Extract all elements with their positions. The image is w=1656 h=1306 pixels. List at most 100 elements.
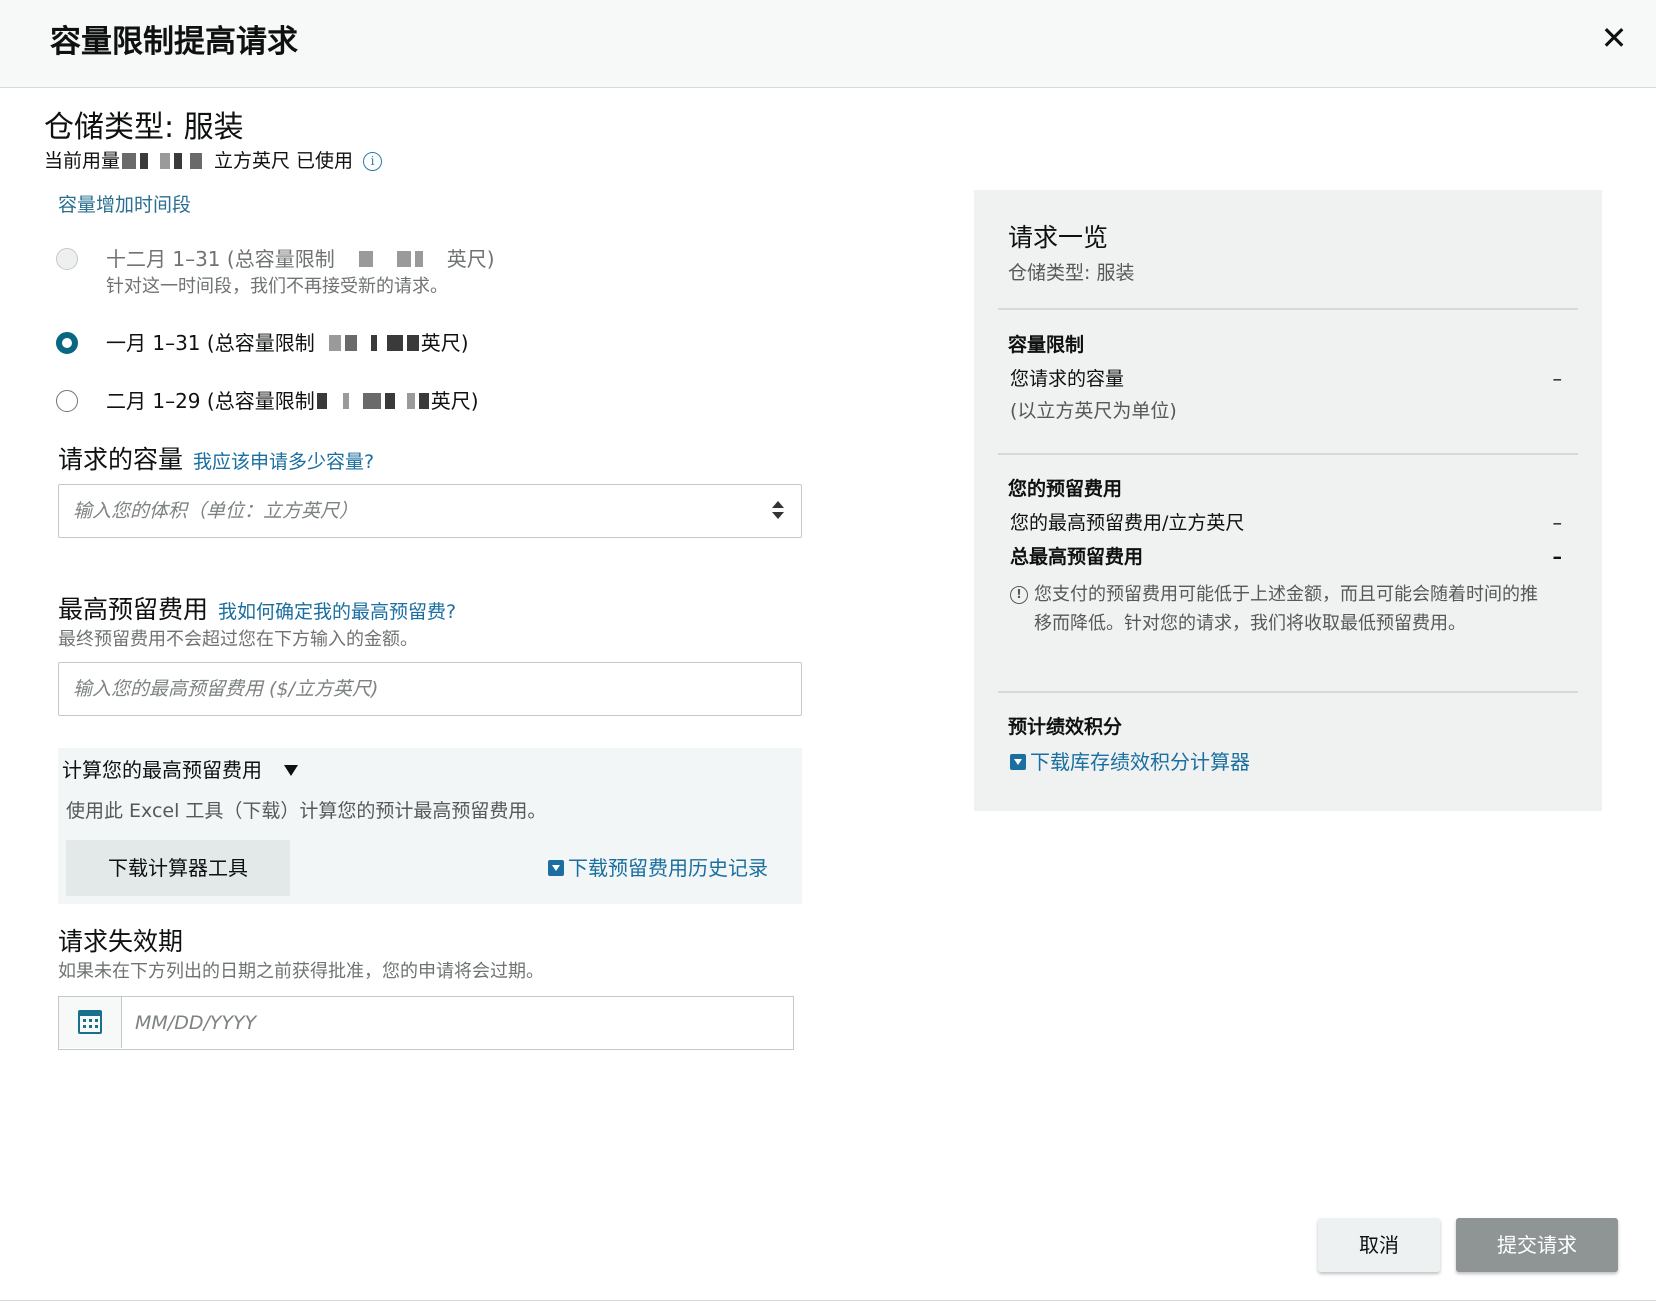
alert-icon: ! [1010, 586, 1028, 604]
period-option-february[interactable]: 二月 1–29 (总容量限制 英尺) [56, 386, 479, 416]
close-icon[interactable]: ✕ [1594, 18, 1634, 58]
summary-title: 请求一览 [1008, 223, 1109, 252]
period-option-january[interactable]: 一月 1–31 (总容量限制 英尺) [56, 328, 469, 358]
total-max-fee-label: 总最高预留费用 [1010, 546, 1144, 568]
redacted-value [122, 153, 137, 169]
requested-capacity-label: 您请求的容量 [1010, 368, 1125, 390]
period-option-label: 二月 1–29 (总容量限制 英尺) [106, 386, 479, 416]
reserve-fee-help-link[interactable]: 我如何确定我的最高预留费? [218, 594, 456, 630]
performance-score-heading: 预计绩效积分 [1008, 716, 1123, 738]
cancel-button[interactable]: 取消 [1318, 1218, 1440, 1272]
dialog-title: 容量限制提高请求 [50, 24, 298, 60]
download-fee-history-link[interactable]: 下载预留费用历史记录 [548, 852, 768, 884]
redacted-value [160, 153, 171, 169]
calculator-desc: 使用此 Excel 工具（下载）计算您的预计最高预留费用。 [66, 800, 547, 822]
reserve-fee-sub: 最终预留费用不会超过您在下方输入的金额。 [58, 629, 418, 650]
download-icon [548, 860, 564, 876]
footer-divider [0, 1300, 1656, 1301]
capacity-placeholder: 输入您的体积（单位：立方英尺） [73, 500, 359, 522]
redacted-value [316, 393, 327, 409]
redacted-value [386, 335, 403, 351]
calculator-panel: 计算您的最高预留费用 使用此 Excel 工具（下载）计算您的预计最高预留费用。… [58, 748, 802, 904]
redacted-value [370, 335, 377, 351]
calculator-toggle[interactable]: 计算您的最高预留费用 [62, 754, 298, 786]
total-max-fee-value: – [1552, 546, 1563, 568]
usage-prefix: 当前用量 [44, 150, 121, 172]
capacity-label: 请求的容量 [58, 445, 184, 474]
caret-down-icon [284, 764, 298, 776]
period-option-label: 十二月 1–31 (总容量限制 英尺) [106, 244, 495, 274]
redacted-value [190, 153, 203, 169]
period-option-label: 一月 1–31 (总容量限制 英尺) [106, 328, 469, 358]
redacted-value [418, 393, 429, 409]
redacted-value [362, 393, 381, 409]
download-fee-history-label: 下载预留费用历史记录 [568, 856, 768, 880]
storage-type-heading: 仓储类型: 服装 [44, 110, 244, 145]
requested-capacity-value: – [1552, 368, 1563, 390]
period-text-suffix: 英尺) [420, 331, 469, 355]
period-option-december[interactable]: 十二月 1–31 (总容量限制 英尺) [56, 244, 495, 274]
max-fee-per-unit-value: – [1552, 512, 1563, 534]
summary-storage-type: 仓储类型: 服装 [1008, 262, 1135, 284]
redacted-value [384, 393, 395, 409]
request-summary-panel: 请求一览 仓储类型: 服装 容量限制 您请求的容量 – (以立方英尺为单位) 您… [974, 190, 1602, 811]
current-usage: 当前用量 立方英尺 已使用 i [44, 146, 383, 176]
period-text: 二月 1–29 (总容量限制 [106, 389, 315, 413]
calculator-title: 计算您的最高预留费用 [62, 758, 262, 782]
divider [998, 691, 1578, 693]
date-placeholder: MM/DD/YYYY [135, 1012, 257, 1034]
info-icon[interactable]: i [363, 151, 383, 171]
redacted-value [358, 251, 373, 267]
redacted-value [328, 335, 341, 351]
total-max-fee-row: 总最高预留费用 – [1010, 542, 1562, 572]
reserve-fee-input[interactable]: 输入您的最高预留费用 ($/立方英尺) [58, 662, 802, 716]
redacted-value [140, 153, 149, 169]
divider [998, 453, 1578, 455]
period-text-suffix: 英尺) [446, 247, 495, 271]
divider [998, 308, 1578, 310]
redacted-value [414, 251, 423, 267]
period-text: 一月 1–31 (总容量限制 [106, 331, 315, 355]
dialog-header: 容量限制提高请求 ✕ [0, 0, 1656, 88]
capacity-label-row: 请求的容量 我应该申请多少容量? [58, 442, 374, 480]
redacted-value [344, 335, 357, 351]
period-heading: 容量增加时间段 [58, 194, 192, 216]
unit-note: (以立方英尺为单位) [1010, 400, 1177, 422]
download-score-calculator-link[interactable]: 下载库存绩效积分计算器 [1010, 746, 1250, 778]
download-calculator-button[interactable]: 下载计算器工具 [66, 840, 290, 896]
redacted-value [396, 251, 411, 267]
redacted-value [406, 393, 415, 409]
max-fee-per-unit-row: 您的最高预留费用/立方英尺 – [1010, 508, 1562, 538]
period-text-suffix: 英尺) [430, 389, 479, 413]
submit-request-button[interactable]: 提交请求 [1456, 1218, 1618, 1272]
expiry-label: 请求失效期 [58, 927, 184, 956]
reserve-fee-heading: 您的预留费用 [1008, 478, 1123, 500]
download-icon [1010, 754, 1026, 770]
download-score-calculator-label: 下载库存绩效积分计算器 [1030, 750, 1250, 774]
radio-button[interactable] [56, 390, 78, 412]
max-fee-per-unit-label: 您的最高预留费用/立方英尺 [1010, 512, 1245, 534]
fee-note: ! 您支付的预留费用可能低于上述金额，而且可能会随着时间的推移而降低。针对您的请… [1010, 580, 1550, 638]
calendar-icon [78, 1010, 102, 1034]
capacity-help-link[interactable]: 我应该申请多少容量? [193, 444, 374, 480]
calendar-button[interactable] [59, 997, 122, 1048]
expiry-label-row: 请求失效期 [58, 924, 183, 960]
reserve-fee-placeholder: 输入您的最高预留费用 ($/立方英尺) [73, 678, 379, 700]
period-note: 针对这一时间段，我们不再接受新的请求。 [106, 276, 448, 297]
radio-button-selected[interactable] [56, 332, 78, 354]
expiry-date-field[interactable]: MM/DD/YYYY [58, 996, 794, 1050]
capacity-limit-heading: 容量限制 [1008, 334, 1085, 356]
redacted-value [342, 393, 349, 409]
number-spinner-icon[interactable] [769, 499, 787, 523]
capacity-input[interactable]: 输入您的体积（单位：立方英尺） [58, 484, 802, 538]
period-text: 十二月 1–31 (总容量限制 [106, 247, 335, 271]
requested-capacity-row: 您请求的容量 – [1010, 364, 1562, 394]
redacted-value [174, 153, 183, 169]
fee-note-text: 您支付的预留费用可能低于上述金额，而且可能会随着时间的推移而降低。针对您的请求，… [1034, 584, 1538, 634]
reserve-fee-label: 最高预留费用 [58, 595, 209, 624]
expiry-sub: 如果未在下方列出的日期之前获得批准，您的申请将会过期。 [58, 961, 544, 982]
reserve-fee-label-row: 最高预留费用 我如何确定我的最高预留费? [58, 592, 456, 630]
radio-button[interactable] [56, 248, 78, 270]
redacted-value [406, 335, 419, 351]
usage-suffix: 立方英尺 已使用 [214, 150, 354, 172]
